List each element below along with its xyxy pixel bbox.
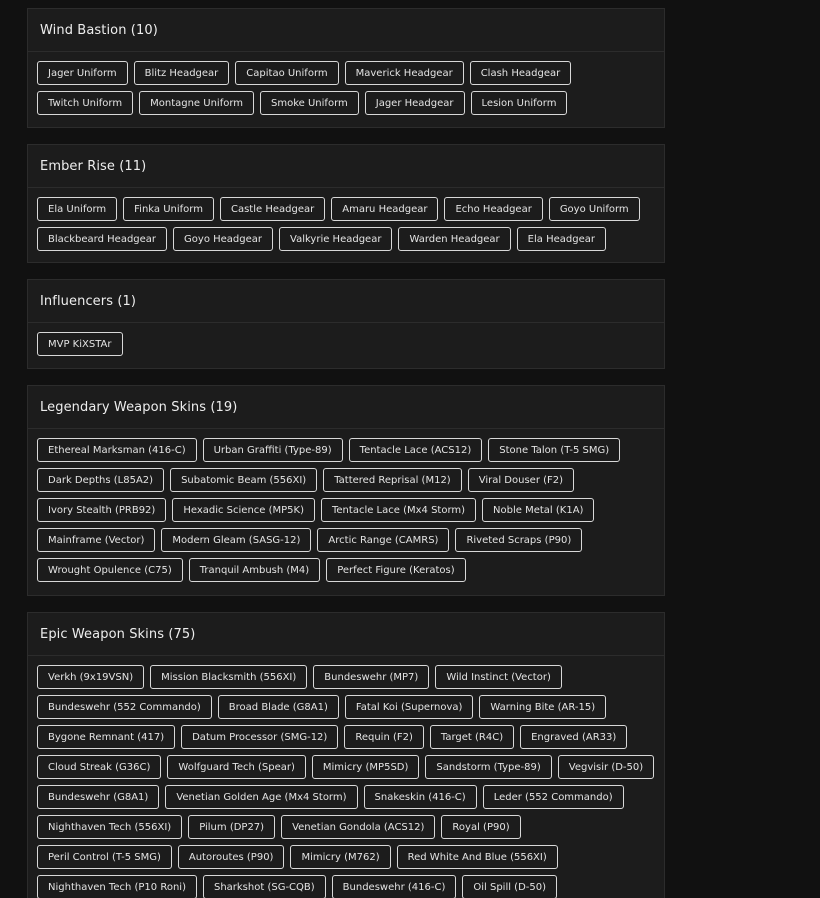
- item-tag[interactable]: Nighthaven Tech (P10 Roni): [37, 875, 197, 898]
- item-tag[interactable]: Warning Bite (AR-15): [479, 695, 607, 719]
- item-tag[interactable]: Modern Gleam (SASG-12): [161, 528, 312, 552]
- item-tag[interactable]: Wrought Opulence (C75): [37, 558, 183, 582]
- section-ember-rise: Ember Rise (11) Ela Uniform Finka Uniform…: [27, 144, 665, 263]
- item-tag[interactable]: Leder (552 Commando): [482, 785, 624, 809]
- item-tag[interactable]: Mimicry (M762): [290, 845, 391, 869]
- item-tag[interactable]: Castle Headgear: [219, 197, 326, 221]
- item-tag[interactable]: Valkyrie Headgear: [279, 227, 393, 251]
- section-header: Legendary Weapon Skins (19): [28, 386, 664, 429]
- item-tag[interactable]: Venetian Golden Age (Mx4 Storm): [165, 785, 358, 809]
- item-tag[interactable]: Vegvisir (D-50): [557, 755, 655, 779]
- item-tag[interactable]: Riveted Scraps (P90): [455, 528, 583, 552]
- item-tag[interactable]: Goyo Uniform: [548, 197, 640, 221]
- item-list: MVP KiXSTAr: [28, 323, 664, 362]
- item-tag[interactable]: Subatomic Beam (556XI): [170, 468, 318, 492]
- item-tag[interactable]: Bundeswehr (MP7): [313, 665, 430, 689]
- item-tag[interactable]: Smoke Uniform: [260, 91, 359, 115]
- item-tag[interactable]: Urban Graffiti (Type-89): [202, 438, 343, 462]
- item-list: Jager Uniform Blitz Headgear Capitao Unifo…: [28, 52, 664, 121]
- item-tag[interactable]: Blitz Headgear: [133, 61, 230, 85]
- item-tag[interactable]: MVP KiXSTAr: [37, 332, 123, 356]
- section-epic-weapon-skins: Epic Weapon Skins (75) Verkh (9x19VSN) Mi…: [27, 612, 665, 898]
- item-tag[interactable]: Target (R4C): [429, 725, 515, 749]
- item-tag[interactable]: Wild Instinct (Vector): [435, 665, 562, 689]
- item-tag[interactable]: Jager Uniform: [37, 61, 128, 85]
- item-tag[interactable]: Perfect Figure (Keratos): [326, 558, 466, 582]
- item-tag[interactable]: Oil Spill (D-50): [462, 875, 558, 898]
- item-tag[interactable]: Broad Blade (G8A1): [217, 695, 339, 719]
- item-tag[interactable]: Bundeswehr (416-C): [331, 875, 457, 898]
- item-tag[interactable]: Venetian Gondola (ACS12): [281, 815, 436, 839]
- item-tag[interactable]: Finka Uniform: [123, 197, 214, 221]
- item-tag[interactable]: Pilum (DP27): [188, 815, 276, 839]
- item-tag[interactable]: Ivory Stealth (PRB92): [37, 498, 167, 522]
- item-tag[interactable]: Lesion Uniform: [470, 91, 568, 115]
- item-tag[interactable]: Blackbeard Headgear: [37, 227, 168, 251]
- item-tag[interactable]: Mainframe (Vector): [37, 528, 156, 552]
- item-tag[interactable]: Tentacle Lace (Mx4 Storm): [321, 498, 477, 522]
- item-tag[interactable]: Bundeswehr (552 Commando): [37, 695, 212, 719]
- item-tag[interactable]: Mimicry (MP5SD): [311, 755, 420, 779]
- item-tag[interactable]: Tentacle Lace (ACS12): [348, 438, 483, 462]
- section-title: Epic Weapon Skins (75): [40, 626, 196, 642]
- item-tag[interactable]: Sharkshot (SG-CQB): [202, 875, 326, 898]
- item-tag[interactable]: Requin (F2): [344, 725, 424, 749]
- item-list: Verkh (9x19VSN) Mission Blacksmith (556XI…: [28, 656, 664, 898]
- item-tag[interactable]: Arctic Range (CAMRS): [317, 528, 450, 552]
- section-legendary-weapon-skins: Legendary Weapon Skins (19) Ethereal Mar…: [27, 385, 665, 596]
- item-tag[interactable]: Datum Processor (SMG-12): [181, 725, 339, 749]
- item-tag[interactable]: Montagne Uniform: [139, 91, 255, 115]
- section-header: Epic Weapon Skins (75): [28, 613, 664, 656]
- section-header: Wind Bastion (10): [28, 9, 664, 52]
- item-tag[interactable]: Bygone Remnant (417): [37, 725, 176, 749]
- section-header: Influencers (1): [28, 280, 664, 323]
- section-title: Wind Bastion (10): [40, 22, 158, 38]
- item-tag[interactable]: Peril Control (T-5 SMG): [37, 845, 172, 869]
- item-tag[interactable]: Capitao Uniform: [235, 61, 339, 85]
- item-tag[interactable]: Verkh (9x19VSN): [37, 665, 145, 689]
- item-tag[interactable]: Ethereal Marksman (416-C): [37, 438, 197, 462]
- item-tag[interactable]: Clash Headgear: [469, 61, 572, 85]
- item-tag[interactable]: Jager Headgear: [364, 91, 465, 115]
- item-tag[interactable]: Warden Headgear: [398, 227, 511, 251]
- item-tag[interactable]: Ela Headgear: [516, 227, 606, 251]
- item-tag[interactable]: Red White And Blue (556XI): [396, 845, 558, 869]
- item-tag[interactable]: Tranquil Ambush (M4): [188, 558, 321, 582]
- item-tag[interactable]: Bundeswehr (G8A1): [37, 785, 160, 809]
- item-tag[interactable]: Sandstorm (Type-89): [425, 755, 552, 779]
- item-tag[interactable]: Maverick Headgear: [344, 61, 464, 85]
- item-tag[interactable]: Mission Blacksmith (556XI): [150, 665, 308, 689]
- item-tag[interactable]: Noble Metal (K1A): [482, 498, 595, 522]
- item-tag[interactable]: Ela Uniform: [37, 197, 118, 221]
- item-tag[interactable]: Dark Depths (L85A2): [37, 468, 165, 492]
- section-title: Ember Rise (11): [40, 158, 147, 174]
- item-tag[interactable]: Goyo Headgear: [173, 227, 274, 251]
- item-tag[interactable]: Royal (P90): [441, 815, 521, 839]
- section-header: Ember Rise (11): [28, 145, 664, 188]
- item-tag[interactable]: Fatal Koi (Supernova): [344, 695, 474, 719]
- item-tag[interactable]: Amaru Headgear: [331, 197, 439, 221]
- item-tag[interactable]: Autoroutes (P90): [177, 845, 285, 869]
- item-tag[interactable]: Snakeskin (416-C): [363, 785, 477, 809]
- page: Wind Bastion (10) Jager Uniform Blitz Hea…: [0, 0, 820, 898]
- section-title: Influencers (1): [40, 293, 137, 309]
- item-tag[interactable]: Stone Talon (T-5 SMG): [488, 438, 621, 462]
- item-tag[interactable]: Viral Douser (F2): [467, 468, 575, 492]
- item-list: Ela Uniform Finka Uniform Castle Headgear A…: [28, 188, 664, 257]
- item-tag[interactable]: Hexadic Science (MP5K): [172, 498, 315, 522]
- section-wind-bastion: Wind Bastion (10) Jager Uniform Blitz Hea…: [27, 8, 665, 128]
- item-tag[interactable]: Tattered Reprisal (M12): [323, 468, 462, 492]
- item-tag[interactable]: Cloud Streak (G36C): [37, 755, 162, 779]
- item-tag[interactable]: Twitch Uniform: [37, 91, 134, 115]
- item-list: Ethereal Marksman (416-C) Urban Graffiti …: [28, 429, 664, 588]
- item-tag[interactable]: Wolfguard Tech (Spear): [167, 755, 306, 779]
- item-tag[interactable]: Engraved (AR33): [520, 725, 628, 749]
- section-influencers: Influencers (1) MVP KiXSTAr: [27, 279, 665, 369]
- item-tag[interactable]: Echo Headgear: [444, 197, 543, 221]
- item-tag[interactable]: Nighthaven Tech (556XI): [37, 815, 183, 839]
- section-title: Legendary Weapon Skins (19): [40, 399, 238, 415]
